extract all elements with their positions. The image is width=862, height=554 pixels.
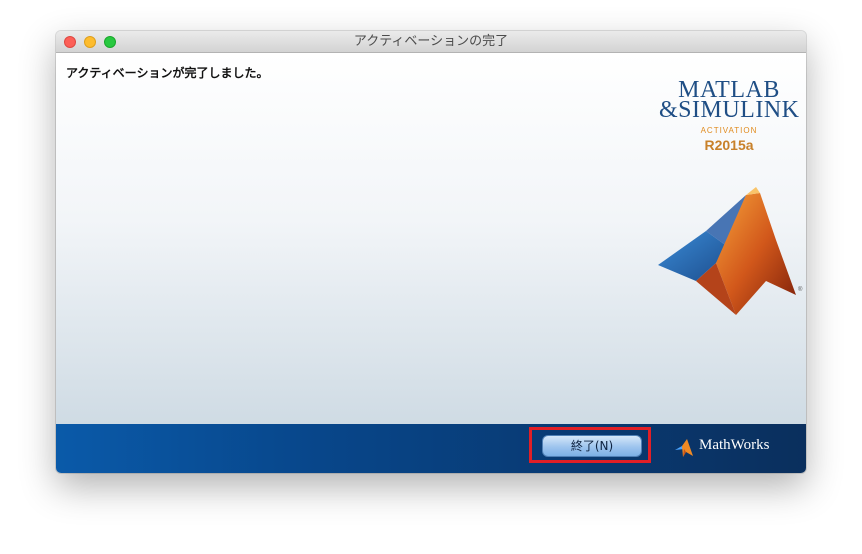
logo-activation-text: ACTIVATION xyxy=(700,126,758,135)
activation-window: アクティベーションの完了 アクティベーションが完了しました。 MATLAB &S… xyxy=(56,31,806,473)
finish-button[interactable]: 終了(N) xyxy=(542,435,642,457)
matlab-membrane-icon: ® xyxy=(658,187,803,315)
footer-bar: 終了(N) MathWorks xyxy=(56,424,806,473)
svg-text:®: ® xyxy=(798,286,803,293)
logo-release-text: R2015a xyxy=(704,137,754,153)
mathworks-logo-icon xyxy=(675,439,693,457)
window-title: アクティベーションの完了 xyxy=(353,34,509,49)
mathworks-brand-text: MathWorks xyxy=(699,437,770,453)
title-bar[interactable]: アクティベーションの完了 xyxy=(56,31,806,53)
logo-simulink-text: &SIMULINK xyxy=(659,97,800,123)
content-panel: アクティベーションが完了しました。 MATLAB &SIMULINK ACTIV… xyxy=(56,53,806,424)
activation-complete-message: アクティベーションが完了しました。 xyxy=(66,66,269,80)
